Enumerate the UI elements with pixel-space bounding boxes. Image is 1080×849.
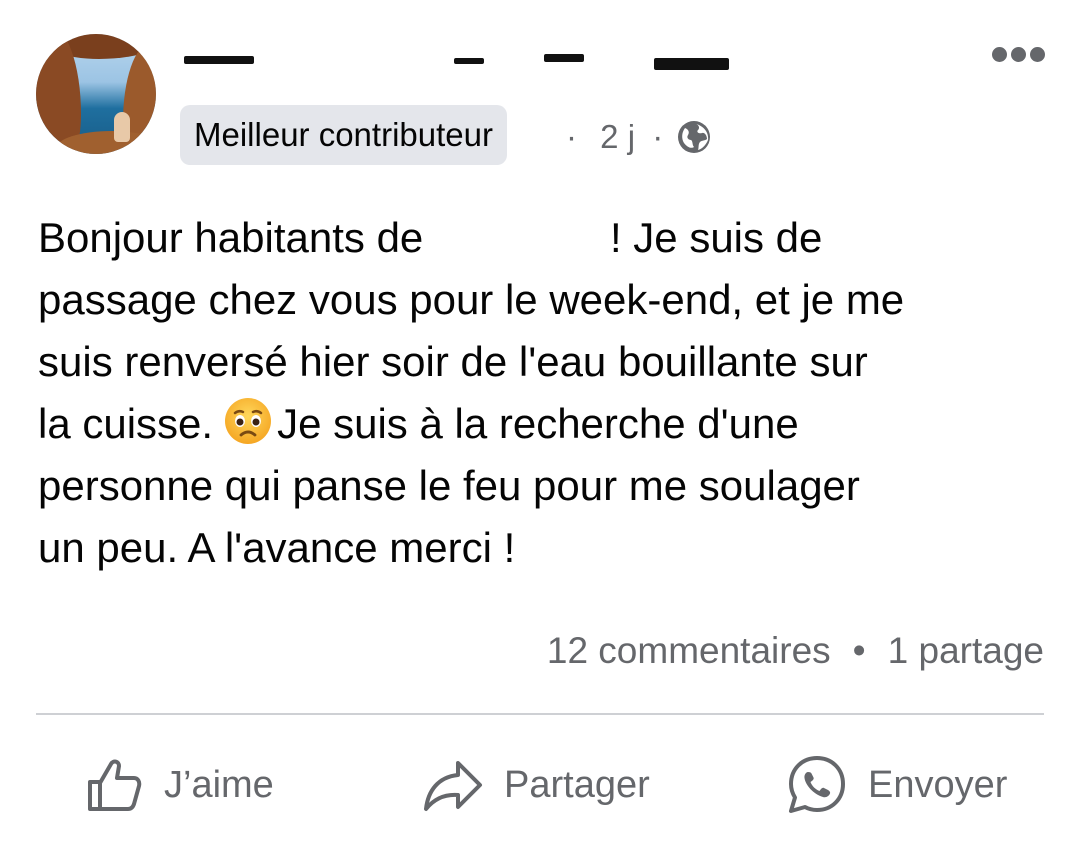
comments-count[interactable]: 12 commentaires [547, 630, 831, 671]
divider [36, 713, 1044, 715]
share-label: Partager [504, 763, 650, 806]
meta-separator: · [566, 118, 577, 156]
author-avatar[interactable] [36, 34, 156, 154]
author-name-redacted[interactable] [184, 48, 729, 80]
worried-face-emoji [225, 398, 272, 444]
like-button[interactable]: J’aime [84, 750, 274, 820]
post-body-line: suis renversé hier soir de l'eau bouilla… [38, 338, 868, 385]
engagement-counts: 12 commentaires • 1 partage [547, 626, 1044, 676]
whatsapp-icon [789, 756, 845, 813]
meta-separator: · [652, 118, 664, 156]
globe-icon [678, 121, 711, 154]
share-arrow-icon [424, 761, 482, 811]
post-body-line: un peu. A l'avance merci ! [38, 524, 516, 571]
thumbs-up-icon [88, 759, 142, 811]
post-body-line: personne qui panse le feu pour me soulag… [38, 462, 860, 509]
send-label: Envoyer [868, 763, 1008, 806]
more-options-icon[interactable] [992, 44, 1046, 66]
share-button[interactable]: Partager [422, 750, 650, 820]
post-body-line: la cuisse. Je suis à la recherche d'une [38, 393, 1048, 455]
counts-separator: • [852, 630, 866, 671]
post-meta: · 2 j · [566, 112, 712, 158]
post-body: Bonjour habitants de ! Je suis de passag… [38, 207, 1048, 579]
send-button[interactable]: Envoyer [786, 750, 1007, 820]
post-time[interactable]: 2 j [600, 114, 635, 160]
feed-post: Meilleur contributeur · 2 j · Bonjour ha… [0, 0, 1080, 849]
post-body-line: passage chez vous pour le week-end, et j… [38, 276, 905, 323]
top-contributor-badge[interactable]: Meilleur contributeur [180, 105, 507, 165]
shares-count[interactable]: 1 partage [888, 630, 1044, 671]
like-label: J’aime [164, 763, 274, 806]
redacted-town-name [435, 251, 610, 252]
post-body-line: Bonjour habitants de ! Je suis de [38, 214, 823, 261]
